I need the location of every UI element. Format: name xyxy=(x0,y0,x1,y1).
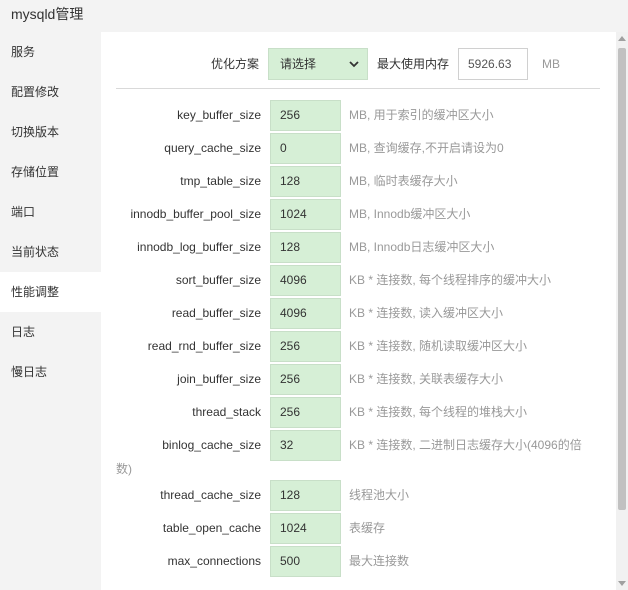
param-description: 最大连接数 xyxy=(349,554,410,568)
param-input[interactable]: 0 xyxy=(270,133,341,164)
optimize-label: 优化方案 xyxy=(210,57,259,71)
param-input[interactable]: 4096 xyxy=(270,265,341,296)
param-row: table_open_cache 1024 表缓存 xyxy=(101,513,616,546)
param-description: MB, Innodb缓冲区大小 xyxy=(349,207,471,221)
param-input[interactable]: 128 xyxy=(270,166,341,197)
param-row: max_connections 500 最大连接数 xyxy=(101,546,616,579)
param-row: join_buffer_size 256 KB * 连接数, 关联表缓存大小 xyxy=(101,364,616,397)
param-description: KB * 连接数, 每个线程排序的缓冲大小 xyxy=(349,273,552,287)
param-label: sort_buffer_size xyxy=(175,273,261,287)
max-memory-unit: MB xyxy=(542,57,560,71)
param-label: query_cache_size xyxy=(164,141,261,155)
param-row: innodb_log_buffer_size 128 MB, Innodb日志缓… xyxy=(101,232,616,265)
param-input[interactable]: 256 xyxy=(270,397,341,428)
param-description: 线程池大小 xyxy=(349,488,410,502)
param-input[interactable]: 1024 xyxy=(270,199,341,230)
param-label: thread_stack xyxy=(192,405,261,419)
param-label: read_rnd_buffer_size xyxy=(147,339,261,353)
param-label: table_open_cache xyxy=(162,521,261,535)
param-row: sort_buffer_size 4096 KB * 连接数, 每个线程排序的缓… xyxy=(101,265,616,298)
param-label: innodb_log_buffer_size xyxy=(137,240,261,254)
sidebar-item-switch-version[interactable]: 切换版本 xyxy=(0,112,101,152)
param-description-continuation: 数) xyxy=(116,462,132,476)
param-input[interactable]: 500 xyxy=(270,546,341,577)
param-input[interactable]: 128 xyxy=(270,232,341,263)
scroll-up-icon[interactable] xyxy=(618,36,626,41)
param-description: MB, 临时表缓存大小 xyxy=(349,174,458,188)
optimize-row: 优化方案 请选择 最大使用内存 5926.63 MB xyxy=(101,48,616,80)
sidebar-item-config[interactable]: 配置修改 xyxy=(0,72,101,112)
param-input[interactable]: 32 xyxy=(270,430,341,461)
sidebar: 服务 配置修改 切换版本 存储位置 端口 当前状态 性能调整 日志 慢日志 xyxy=(0,32,101,590)
param-description: MB, Innodb日志缓冲区大小 xyxy=(349,240,495,254)
sidebar-item-storage[interactable]: 存储位置 xyxy=(0,152,101,192)
param-row: read_rnd_buffer_size 256 KB * 连接数, 随机读取缓… xyxy=(101,331,616,364)
sidebar-item-status[interactable]: 当前状态 xyxy=(0,232,101,272)
max-memory-input[interactable]: 5926.63 xyxy=(458,48,528,80)
param-input[interactable]: 4096 xyxy=(270,298,341,329)
param-row: query_cache_size 0 MB, 查询缓存,不开启请设为0 xyxy=(101,133,616,166)
param-input[interactable]: 256 xyxy=(270,331,341,362)
sidebar-item-service[interactable]: 服务 xyxy=(0,32,101,72)
param-description: 表缓存 xyxy=(349,521,386,535)
param-label: read_buffer_size xyxy=(171,306,261,320)
window-title: mysqld管理 xyxy=(0,0,628,32)
param-label: max_connections xyxy=(167,554,261,568)
param-label: key_buffer_size xyxy=(177,108,261,122)
param-description: MB, 用于索引的缓冲区大小 xyxy=(349,108,494,122)
performance-panel: 优化方案 请选择 最大使用内存 5926.63 MB key_buffer_si… xyxy=(101,32,616,590)
param-row: binlog_cache_size 32 KB * 连接数, 二进制日志缓存大小… xyxy=(101,430,616,463)
param-input[interactable]: 256 xyxy=(270,100,341,131)
scroll-thumb[interactable] xyxy=(618,48,626,510)
sidebar-item-performance[interactable]: 性能调整 xyxy=(0,272,101,312)
param-input[interactable]: 256 xyxy=(270,364,341,395)
param-row: thread_cache_size 128 线程池大小 xyxy=(101,480,616,513)
param-label: tmp_table_size xyxy=(180,174,261,188)
sidebar-item-port[interactable]: 端口 xyxy=(0,192,101,232)
param-row: innodb_buffer_pool_size 1024 MB, Innodb缓… xyxy=(101,199,616,232)
param-description: KB * 连接数, 随机读取缓冲区大小 xyxy=(349,339,528,353)
param-description: KB * 连接数, 读入缓冲区大小 xyxy=(349,306,504,320)
optimize-select[interactable]: 请选择 xyxy=(268,48,368,80)
param-label: innodb_buffer_pool_size xyxy=(130,207,261,221)
param-label: thread_cache_size xyxy=(160,488,261,502)
divider xyxy=(116,88,600,89)
param-row: key_buffer_size 256 MB, 用于索引的缓冲区大小 xyxy=(101,100,616,133)
sidebar-item-log[interactable]: 日志 xyxy=(0,312,101,352)
param-row: tmp_table_size 128 MB, 临时表缓存大小 xyxy=(101,166,616,199)
param-description: MB, 查询缓存,不开启请设为0 xyxy=(349,141,504,155)
vertical-scrollbar[interactable] xyxy=(616,32,628,590)
param-input[interactable]: 1024 xyxy=(270,513,341,544)
optimize-select-value: 请选择 xyxy=(280,57,317,71)
param-row: thread_stack 256 KB * 连接数, 每个线程的堆栈大小 xyxy=(101,397,616,430)
param-input[interactable]: 128 xyxy=(270,480,341,511)
sidebar-item-slow-log[interactable]: 慢日志 xyxy=(0,352,101,392)
max-memory-label: 最大使用内存 xyxy=(377,57,450,71)
param-description: KB * 连接数, 关联表缓存大小 xyxy=(349,372,504,386)
chevron-down-icon xyxy=(349,61,359,68)
param-label: join_buffer_size xyxy=(177,372,261,386)
param-row: read_buffer_size 4096 KB * 连接数, 读入缓冲区大小 xyxy=(101,298,616,331)
param-description: KB * 连接数, 二进制日志缓存大小(4096的倍 xyxy=(349,438,582,452)
param-description: KB * 连接数, 每个线程的堆栈大小 xyxy=(349,405,528,419)
param-label: binlog_cache_size xyxy=(162,438,261,452)
scroll-down-icon[interactable] xyxy=(618,581,626,586)
